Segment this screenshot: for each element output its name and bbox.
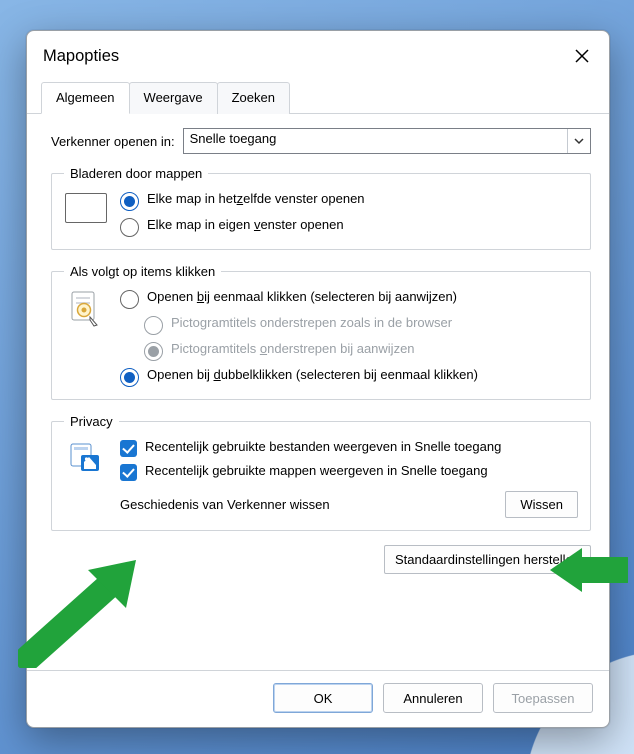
radio-underline-hover: Pictogramtitels onderstrepen bij aanwijz… — [144, 341, 578, 361]
browse-folders-icon — [64, 191, 108, 223]
radio-same-window[interactable]: Elke map in hetzelfde venster openen — [120, 191, 578, 211]
tabstrip: Algemeen Weergave Zoeken — [27, 81, 609, 114]
clear-history-button[interactable]: Wissen — [505, 491, 578, 518]
radio-icon — [120, 192, 139, 211]
clear-history-row: Geschiedenis van Verkenner wissen Wissen — [120, 491, 578, 518]
clear-history-label: Geschiedenis van Verkenner wissen — [120, 497, 495, 512]
ok-button[interactable]: OK — [273, 683, 373, 713]
checkbox-recent-folders[interactable]: Recentelijk gebruikte mappen weergeven i… — [120, 463, 578, 481]
tab-search[interactable]: Zoeken — [217, 82, 290, 114]
radio-own-window[interactable]: Elke map in eigen venster openen — [120, 217, 578, 237]
close-button[interactable] — [567, 41, 597, 71]
open-explorer-label: Verkenner openen in: — [51, 134, 175, 149]
privacy-group: Privacy Recente — [51, 414, 591, 531]
radio-icon — [120, 290, 139, 309]
radio-single-click[interactable]: Openen bij eenmaal klikken (selecteren b… — [120, 289, 578, 309]
chevron-down-icon — [574, 136, 584, 146]
radio-double-click[interactable]: Openen bij dubbelklikken (selecteren bij… — [120, 367, 578, 387]
open-explorer-value: Snelle toegang — [184, 129, 568, 153]
tab-view[interactable]: Weergave — [129, 82, 218, 114]
open-explorer-dropdown-button[interactable] — [568, 129, 590, 153]
checkbox-recent-files[interactable]: Recentelijk gebruikte bestanden weergeve… — [120, 439, 578, 457]
privacy-legend: Privacy — [64, 414, 119, 429]
radio-own-window-label: Elke map in eigen venster openen — [147, 217, 578, 233]
radio-double-click-label: Openen bij dubbelklikken (selecteren bij… — [147, 367, 578, 383]
radio-icon — [120, 218, 139, 237]
checkbox-recent-files-label: Recentelijk gebruikte bestanden weergeve… — [145, 439, 578, 455]
browse-folders-legend: Bladeren door mappen — [64, 166, 208, 181]
radio-underline-browser: Pictogramtitels onderstrepen zoals in de… — [144, 315, 578, 335]
recent-items-icon — [69, 441, 103, 475]
radio-icon — [120, 368, 139, 387]
radio-single-click-label: Openen bij eenmaal klikken (selecteren b… — [147, 289, 578, 305]
pointer-document-icon — [69, 291, 103, 327]
folders-icon — [65, 193, 107, 223]
click-items-icon — [64, 289, 108, 327]
close-icon — [575, 49, 589, 63]
radio-same-window-label: Elke map in hetzelfde venster openen — [147, 191, 578, 207]
folder-options-dialog: Mapopties Algemeen Weergave Zoeken Verke… — [26, 30, 610, 728]
window-title: Mapopties — [43, 47, 119, 66]
dialog-body: Verkenner openen in: Snelle toegang Blad… — [27, 114, 609, 670]
open-explorer-row: Verkenner openen in: Snelle toegang — [51, 128, 591, 154]
radio-icon — [144, 342, 163, 361]
radio-underline-hover-label: Pictogramtitels onderstrepen bij aanwijz… — [171, 341, 578, 357]
checkbox-recent-folders-label: Recentelijk gebruikte mappen weergeven i… — [145, 463, 578, 479]
restore-defaults-button[interactable]: Standaardinstellingen herstellen — [384, 545, 591, 574]
radio-underline-browser-label: Pictogramtitels onderstrepen zoals in de… — [171, 315, 578, 331]
privacy-icon — [64, 439, 108, 475]
titlebar: Mapopties — [27, 31, 609, 77]
apply-button[interactable]: Toepassen — [493, 683, 593, 713]
checkbox-icon — [120, 440, 137, 457]
open-explorer-combo[interactable]: Snelle toegang — [183, 128, 591, 154]
desktop-background: Mapopties Algemeen Weergave Zoeken Verke… — [0, 0, 634, 754]
radio-icon — [144, 316, 163, 335]
click-items-group: Als volgt op items klikken — [51, 264, 591, 400]
click-items-legend: Als volgt op items klikken — [64, 264, 221, 279]
checkbox-icon — [120, 464, 137, 481]
dialog-footer: OK Annuleren Toepassen — [27, 670, 609, 727]
browse-folders-group: Bladeren door mappen Elke map in hetzelf… — [51, 166, 591, 250]
cancel-button[interactable]: Annuleren — [383, 683, 483, 713]
tab-general[interactable]: Algemeen — [41, 82, 130, 114]
